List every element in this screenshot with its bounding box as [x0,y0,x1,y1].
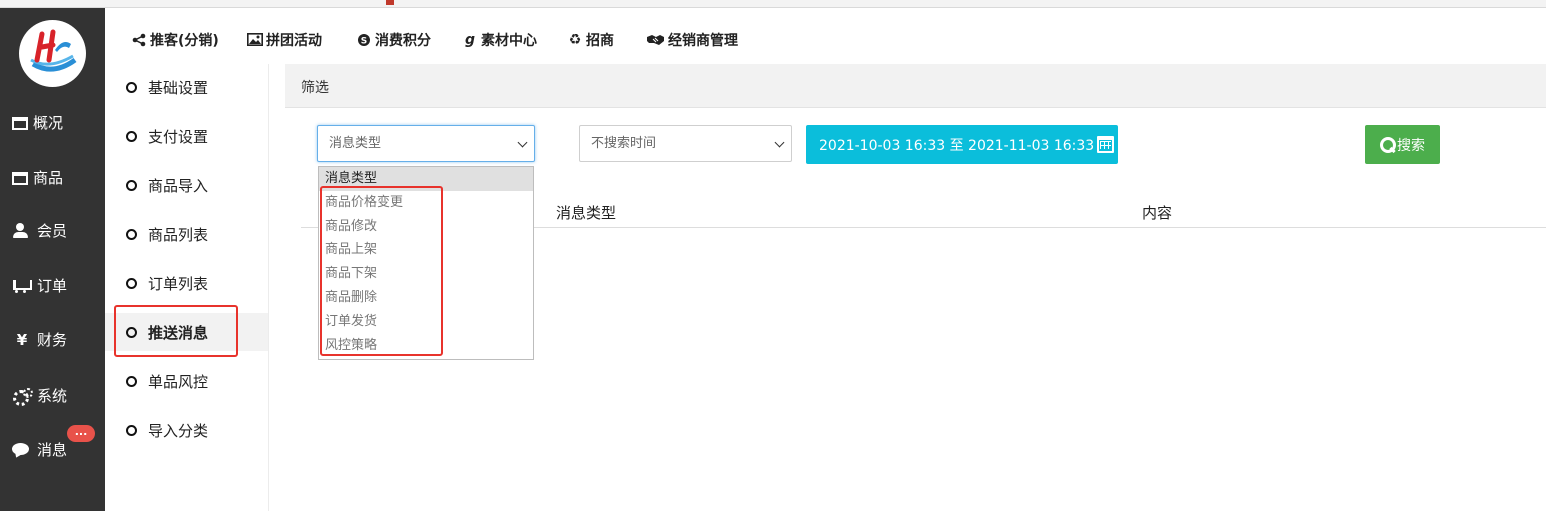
nav-item-label: 招商 [586,33,614,49]
submenu-item-order-list[interactable]: 订单列表 [105,264,268,302]
circle-icon [126,424,137,436]
dropdown-option[interactable]: 商品修改 [319,215,533,239]
submenu-item-label: 单品风控 [148,372,209,391]
submenu-item-import-category[interactable]: 导入分类 [105,411,268,449]
sidebar-item-overview[interactable]: 概况 [0,103,105,143]
sidebar-item-label: 概况 [33,114,64,132]
tab-indicator [386,0,394,5]
sidebar-item-finance[interactable]: ¥ 财务 [0,320,105,360]
sidebar-item-label: 商品 [33,169,64,187]
circle-icon [126,277,137,289]
sidebar-item-label: 财务 [37,331,68,349]
column-header-type: 消息类型 [556,204,617,222]
submenu-item-label: 订单列表 [148,274,209,293]
logo-icon [30,29,77,72]
nav-item-label: 经销商管理 [668,33,738,49]
time-filter-value: 不搜索时间 [591,136,657,151]
nav-item-materials[interactable]: g 素材中心 [462,30,537,50]
dropdown-option[interactable]: 商品价格变更 [319,191,533,215]
time-filter-select[interactable]: 不搜索时间 [579,125,792,162]
submenu-item-goods-import[interactable]: 商品导入 [105,166,268,204]
cart-icon [12,278,32,294]
nav-item-label: 素材中心 [481,33,537,49]
submenu-item-goods-list[interactable]: 商品列表 [105,215,268,253]
nav-item-dealer[interactable]: 经销商管理 [645,30,738,50]
sidebar-item-system[interactable]: 系统 [0,376,105,416]
sidebar-item-label: 会员 [37,222,68,240]
calendar-icon [1097,136,1115,153]
sidebar-item-label: 系统 [37,387,68,405]
chat-icon [12,442,32,458]
dropdown-option[interactable]: 商品上架 [319,238,533,262]
app-window: 概况 商品 会员 订单 ¥ 财务 系统 消息 ... 推客(分销) 拼团活动 S… [0,0,1546,511]
submenu-item-risk-control[interactable]: 单品风控 [105,362,268,400]
brand-logo[interactable] [19,20,86,87]
submenu-item-label: 商品导入 [148,176,209,195]
gears-icon [12,388,33,406]
nav-item-label: 消费积分 [375,33,431,49]
notification-badge: ... [67,425,95,442]
circle-icon [126,130,137,142]
nav-item-distribution[interactable]: 推客(分销) [131,30,219,50]
circle-icon [126,81,137,93]
message-type-select[interactable]: 消息类型 [317,125,535,162]
nav-item-label: 拼团活动 [266,33,322,49]
message-type-value: 消息类型 [329,136,382,151]
svg-text:S: S [361,37,367,47]
dropdown-option[interactable]: 订单发货 [319,310,533,334]
circle-icon [126,326,137,338]
submenu-item-payment-settings[interactable]: 支付设置 [105,117,268,155]
window-icon [12,171,28,185]
image-icon [247,33,263,47]
nav-item-points[interactable]: S 消费积分 [356,30,431,50]
sidebar-item-orders[interactable]: 订单 [0,266,105,306]
submenu-item-label: 推送消息 [148,323,209,342]
git-icon: g [464,32,476,48]
skype-icon: S [356,33,372,47]
users-icon [12,223,32,239]
sidebar-item-label: 消息 [37,441,68,459]
chevron-down-icon [517,137,528,148]
search-button-label: 搜索 [1397,137,1425,154]
dropdown-option[interactable]: 商品删除 [319,286,533,310]
sidebar-item-members[interactable]: 会员 [0,211,105,251]
submenu-item-label: 支付设置 [148,127,209,146]
sidebar-item-label: 订单 [37,277,68,295]
circle-icon [126,375,137,387]
column-header-content: 内容 [1142,204,1173,222]
message-type-dropdown: 消息类型 商品价格变更 商品修改 商品上架 商品下架 商品删除 订单发货 风控策… [318,166,534,360]
date-range-text: 2021-10-03 16:33 至 2021-11-03 16:33 [819,137,1095,154]
submenu-item-label: 商品列表 [148,225,209,244]
handshake-icon [645,33,665,47]
filter-title: 筛选 [301,80,329,96]
search-icon [1380,136,1396,153]
search-button[interactable]: 搜索 [1365,125,1440,164]
chevron-down-icon [774,137,785,148]
nav-item-group-buy[interactable]: 拼团活动 [247,30,322,50]
window-icon [12,116,28,130]
yen-icon: ¥ [16,331,28,349]
nav-item-label: 推客(分销) [150,33,219,49]
top-nav: 推客(分销) 拼团活动 S 消费积分 g 素材中心 ♻ 招商 经销商管理 [105,8,1546,64]
sidebar-item-goods[interactable]: 商品 [0,158,105,198]
browser-top-strip [0,0,1546,8]
circle-icon [126,228,137,240]
submenu-item-basic-settings[interactable]: 基础设置 [105,68,268,106]
submenu-item-label: 基础设置 [148,78,209,97]
circle-icon [126,179,137,191]
main-sidebar: 概况 商品 会员 订单 ¥ 财务 系统 消息 ... [0,8,105,511]
dropdown-option[interactable]: 消息类型 [319,167,533,191]
nav-item-merchant[interactable]: ♻ 招商 [567,30,614,50]
share-icon [131,33,147,47]
recycle-icon: ♻ [568,32,582,48]
date-range-button[interactable]: 2021-10-03 16:33 至 2021-11-03 16:33 [806,125,1118,164]
dropdown-option[interactable]: 商品下架 [319,262,533,286]
submenu-item-push-messages[interactable]: 推送消息 [105,313,268,351]
filter-bar: 筛选 [285,64,1546,108]
dropdown-option[interactable]: 风控策略 [319,334,533,358]
submenu-item-label: 导入分类 [148,421,209,440]
